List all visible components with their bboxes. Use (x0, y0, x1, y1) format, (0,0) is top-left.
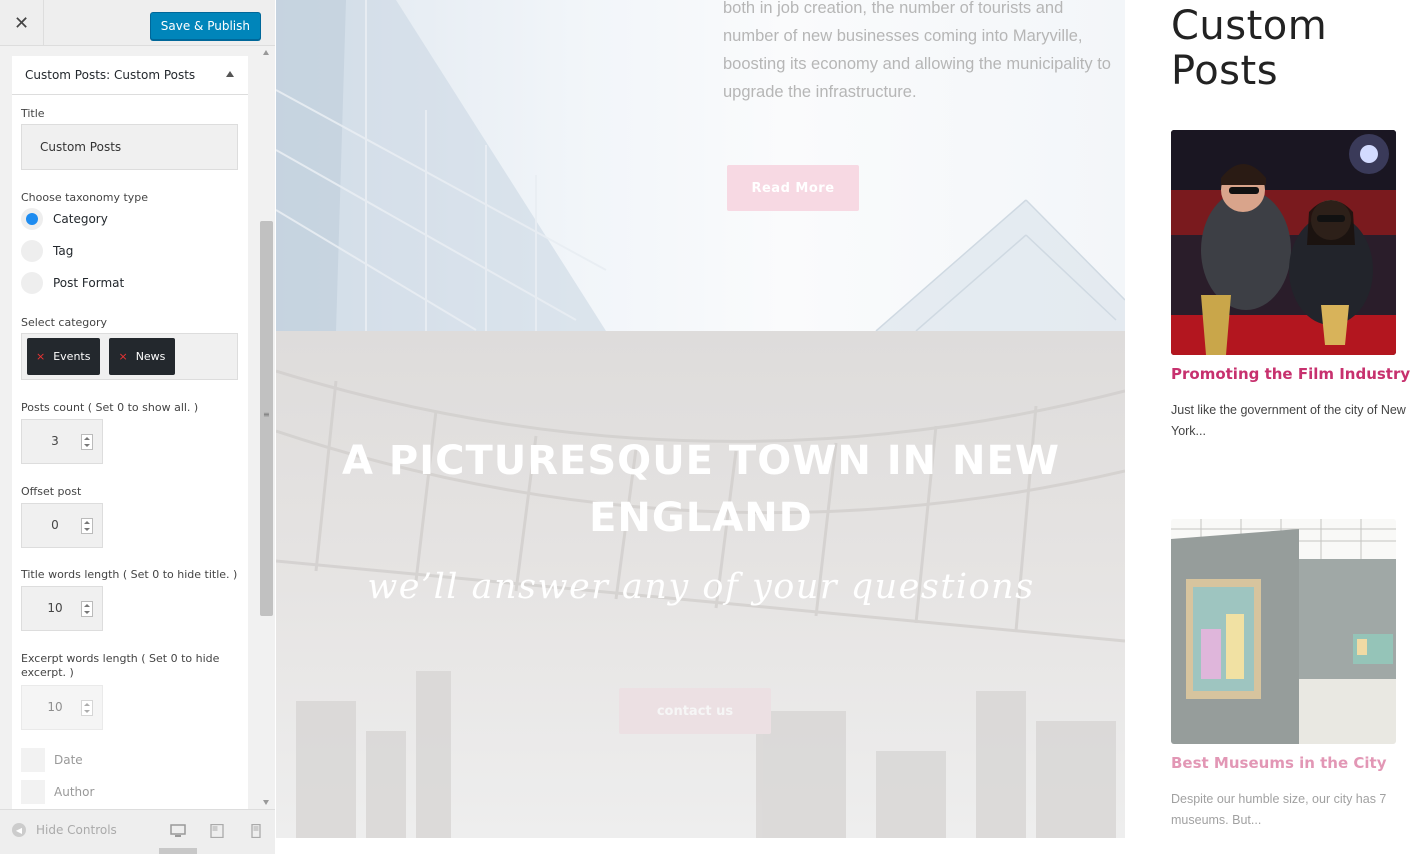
banner-subheadline: we’ll answer any of your questions (367, 567, 1035, 607)
read-more-button[interactable]: Read More (727, 165, 859, 211)
post-excerpt: Despite our humble size, our city has 7 … (1171, 792, 1387, 827)
collapse-arrow-icon[interactable] (226, 71, 234, 77)
section-name: Custom Posts (114, 68, 196, 82)
chip-label: News (135, 350, 166, 363)
radio-button[interactable] (21, 208, 43, 230)
excerpt-words-stepper[interactable]: 10 (21, 685, 103, 730)
date-option[interactable]: Date (21, 748, 83, 772)
panel-footer: ◀ Hide Controls (0, 809, 275, 854)
customizer-panel: ✕ Save & Publish Custom Posts: Custom Po… (0, 0, 275, 854)
checkbox-label: Date (54, 753, 83, 767)
banner-section: A PICTURESQUE TOWN IN NEW ENGLAND we’ll … (276, 331, 1125, 838)
panel-header: ✕ Save & Publish (0, 0, 275, 46)
category-chip: × Events (27, 338, 101, 375)
radio-category[interactable]: Category (21, 208, 108, 230)
stepper-arrows-icon[interactable] (81, 700, 93, 716)
radio-button[interactable] (21, 240, 43, 262)
posts-count-label: Posts count ( Set 0 to show all. ) (21, 401, 199, 414)
stepper-value: 10 (47, 601, 63, 615)
checkbox-label: Author (54, 785, 95, 799)
preview-bottom-strip (276, 838, 1125, 854)
remove-icon[interactable]: × (118, 350, 127, 363)
stepper-value: 10 (47, 700, 63, 714)
widget-form: Custom Posts: Custom Posts Title Choose … (12, 56, 248, 809)
date-checkbox[interactable] (21, 748, 45, 772)
radio-label: Category (53, 212, 108, 226)
intro-section: both in job creation, the number of tour… (276, 0, 1125, 331)
custom-posts-widget: Custom Posts Promoting the Film Industry… (1125, 0, 1419, 854)
post-excerpt: Just like the government of the city of … (1171, 403, 1406, 438)
panel-scrollbar[interactable]: ≡ (258, 46, 275, 809)
contact-us-button[interactable]: contact us (619, 688, 771, 734)
author-checkbox[interactable] (21, 780, 45, 804)
stepper-arrows-icon[interactable] (81, 601, 93, 617)
collapse-icon: ◀ (12, 823, 26, 837)
desktop-icon[interactable] (170, 824, 186, 838)
stepper-value: 0 (51, 518, 59, 532)
remove-icon[interactable]: × (36, 350, 45, 363)
grip-icon: ≡ (263, 410, 270, 419)
tablet-icon[interactable] (209, 824, 225, 838)
radio-button[interactable] (21, 272, 43, 294)
stepper-arrows-icon[interactable] (81, 434, 93, 450)
offset-stepper[interactable]: 0 (21, 503, 103, 548)
close-icon[interactable]: ✕ (0, 0, 44, 46)
intro-paragraph: both in job creation, the number of tour… (723, 0, 1111, 101)
offset-label: Offset post (21, 485, 82, 498)
section-header[interactable]: Custom Posts: Custom Posts (12, 56, 248, 95)
hide-controls-button[interactable]: ◀ Hide Controls (12, 823, 117, 837)
post-title-link[interactable]: Best Museums in the City (1171, 754, 1386, 772)
hide-controls-label: Hide Controls (36, 823, 117, 837)
category-chip: × News (109, 338, 176, 375)
title-label: Title (21, 107, 45, 120)
title-field[interactable] (21, 124, 238, 170)
category-label: Select category (21, 316, 108, 329)
radio-tag[interactable]: Tag (21, 240, 73, 262)
scroll-down-icon[interactable] (263, 800, 269, 805)
mobile-icon[interactable] (248, 824, 264, 838)
site-preview: both in job creation, the number of tour… (276, 0, 1125, 854)
radio-label: Post Format (53, 276, 125, 290)
save-publish-button[interactable]: Save & Publish (149, 12, 261, 40)
author-option[interactable]: Author (21, 780, 94, 804)
banner-headline: A PICTURESQUE TOWN IN NEW ENGLAND (342, 438, 1060, 541)
scroll-up-icon[interactable] (263, 50, 269, 55)
section-prefix: Custom Posts: (25, 68, 111, 82)
post-thumbnail-museum[interactable] (1171, 519, 1396, 744)
title-words-stepper[interactable]: 10 (21, 586, 103, 631)
chip-label: Events (53, 350, 91, 363)
widget-title: Custom Posts (1171, 3, 1328, 94)
post-thumbnail-film[interactable] (1171, 130, 1396, 355)
resize-handle[interactable] (159, 848, 197, 854)
stepper-value: 3 (51, 434, 59, 448)
stepper-arrows-icon[interactable] (81, 518, 93, 534)
category-select[interactable]: × Events × News (21, 333, 238, 380)
radio-post-format[interactable]: Post Format (21, 272, 124, 294)
customizer-app: ✕ Save & Publish Custom Posts: Custom Po… (0, 0, 1419, 854)
post-title-link[interactable]: Promoting the Film Industry (1171, 365, 1410, 383)
title-words-label: Title words length ( Set 0 to hide title… (21, 568, 238, 581)
posts-count-stepper[interactable]: 3 (21, 419, 103, 464)
taxonomy-label: Choose taxonomy type (21, 191, 149, 204)
excerpt-words-label: Excerpt words length ( Set 0 to hide exc… (21, 652, 220, 679)
radio-label: Tag (53, 244, 74, 258)
